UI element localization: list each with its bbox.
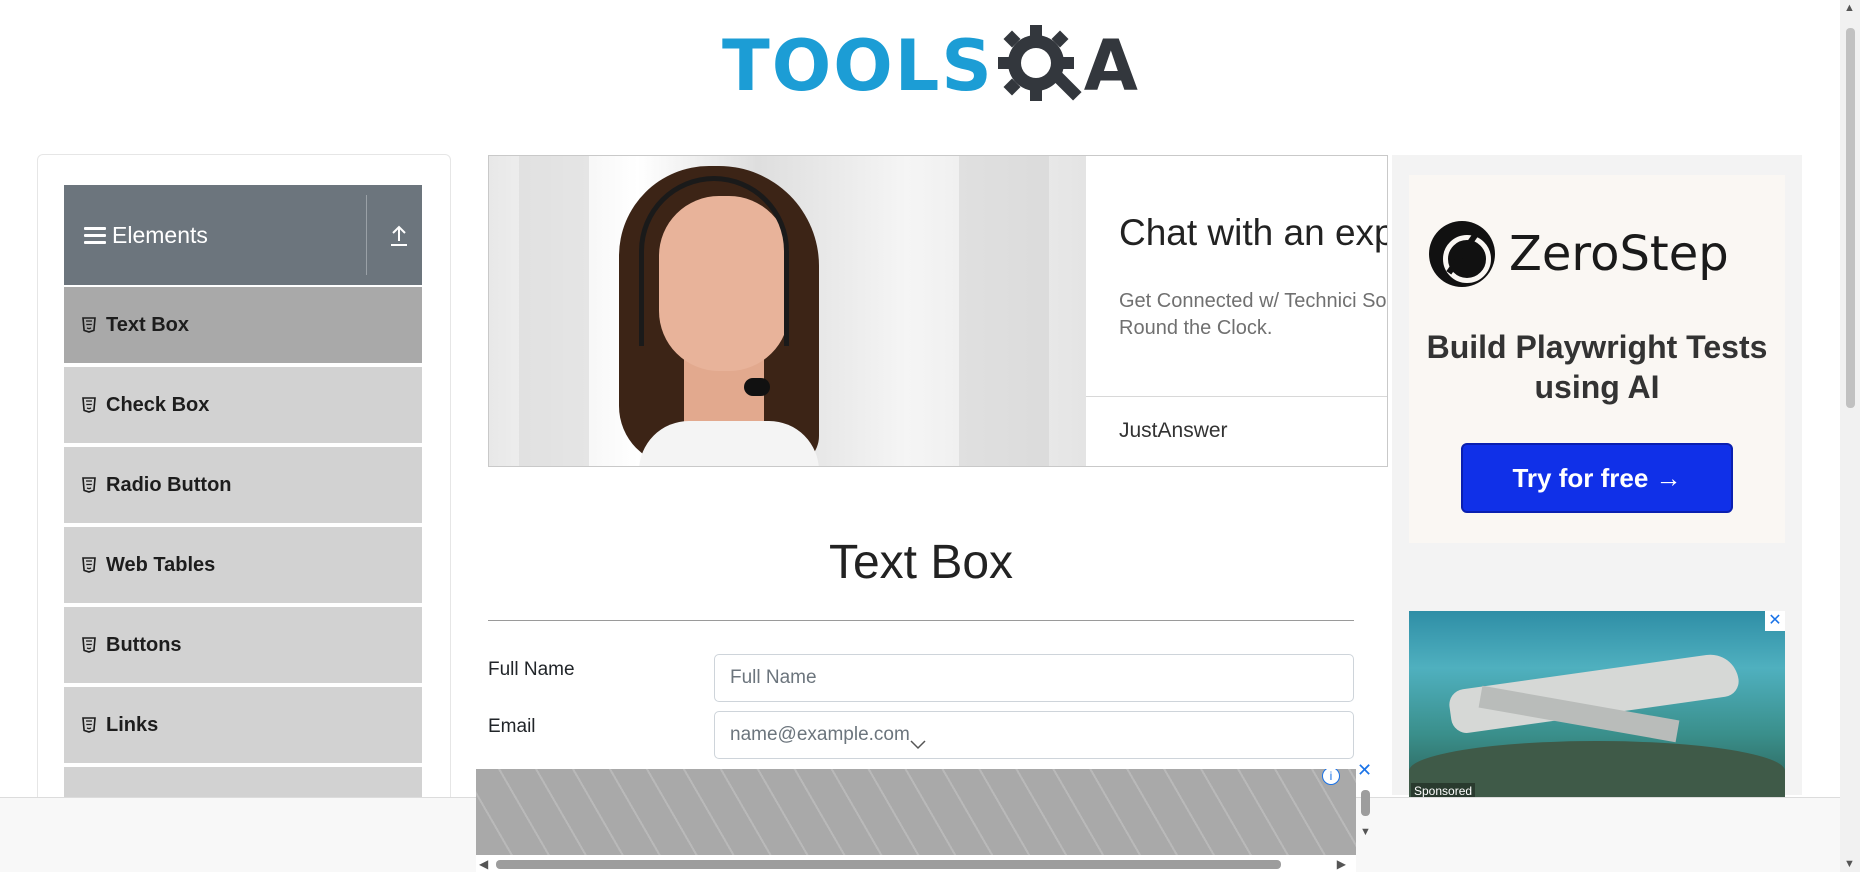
sidebar-item-web-tables[interactable]: Web Tables: [64, 527, 422, 605]
ad-brand: JustAnswer: [1119, 419, 1228, 442]
zerostep-name: ZeroStep: [1509, 226, 1729, 282]
bottom-ad-pattern: [476, 769, 1356, 855]
sidebar-item-label: Web Tables: [106, 553, 216, 576]
zerostep-tagline: Build Playwright Tests using AI: [1426, 329, 1768, 405]
logo-qa-text: A: [1083, 25, 1138, 107]
chevron-down-icon: [910, 740, 926, 750]
page-scrollbar-thumb[interactable]: [1846, 28, 1855, 408]
email-label: Email: [488, 716, 536, 737]
sidebar-item-label: Check Box: [106, 393, 210, 416]
sidebar-item-label: Links: [106, 713, 159, 736]
close-icon[interactable]: ✕: [1765, 611, 1785, 631]
sidebar-item-text-box[interactable]: Text Box: [64, 287, 422, 365]
ad-vertical-scrollbar[interactable]: ▼: [1358, 786, 1372, 856]
html5-icon: [82, 557, 96, 573]
page: TOOLS A Elements Text Box Check Box Radi…: [0, 0, 1860, 872]
scrollbar-thumb[interactable]: [496, 860, 1281, 869]
full-name-input[interactable]: [714, 654, 1354, 702]
html5-icon: [82, 397, 96, 413]
collapse-up-icon[interactable]: [387, 221, 411, 249]
ad-headline: Chat with an exp: [1119, 212, 1388, 253]
scroll-down-icon[interactable]: ▼: [1844, 858, 1855, 870]
toolsqa-logo[interactable]: TOOLS A: [722, 20, 1138, 112]
sidebar-item-label: Text Box: [106, 313, 189, 336]
page-title: Text Box: [828, 536, 1014, 589]
close-icon[interactable]: ✕: [1357, 760, 1372, 781]
sidebar-item-links[interactable]: Links: [64, 687, 422, 765]
ad-footer: JustAnswer: [1086, 396, 1387, 466]
sidebar-item-radio-button[interactable]: Radio Button: [64, 447, 422, 525]
banner-ad[interactable]: Chat with an exp Get Connected w/ Techni…: [488, 155, 1388, 467]
sidebar-group-title: Elements: [112, 221, 208, 248]
html5-icon: [82, 637, 96, 653]
ad-subtext: Get Connected w/ Technici Solution Round…: [1119, 290, 1387, 339]
page-scrollbar[interactable]: ▲ ▼: [1840, 0, 1860, 872]
title-divider: [488, 620, 1354, 621]
gear-search-icon: [997, 25, 1082, 101]
scroll-up-icon[interactable]: ▲: [1844, 2, 1855, 14]
sidebar-group-elements[interactable]: Elements: [64, 185, 422, 285]
sidebar-item-check-box[interactable]: Check Box: [64, 367, 422, 445]
zerostep-ad[interactable]: ZeroStep Build Playwright Tests using AI…: [1409, 175, 1785, 543]
sidebar-item-buttons[interactable]: Buttons: [64, 607, 422, 685]
html5-icon: [82, 317, 96, 333]
plane-wreck-ad[interactable]: ✕ Sponsored: [1409, 611, 1785, 801]
scroll-right-icon[interactable]: ▶: [1337, 857, 1346, 871]
try-for-free-button[interactable]: Try for free →: [1461, 443, 1733, 513]
full-name-label: Full Name: [488, 659, 575, 680]
ad-horizontal-scrollbar[interactable]: ◀ ▶: [476, 855, 1356, 872]
ad-text-area: Chat with an exp Get Connected w/ Techni…: [1086, 156, 1388, 396]
html5-icon: [82, 717, 96, 733]
scroll-down-icon[interactable]: ▼: [1360, 826, 1371, 838]
sidebar-item-label: Radio Button: [106, 473, 232, 496]
logo-tools-text: TOOLS: [722, 25, 994, 107]
ad-photo-support-agent: [489, 156, 1086, 466]
menu-icon: [84, 226, 106, 244]
header-divider: [366, 195, 367, 275]
sidebar-item-label: Buttons: [106, 633, 182, 656]
email-input[interactable]: [714, 711, 1354, 759]
zerostep-logo: ZeroStep: [1429, 221, 1729, 287]
scroll-left-icon[interactable]: ◀: [479, 857, 488, 871]
zerostep-mark-icon: [1429, 221, 1495, 287]
right-ad-column: ZeroStep Build Playwright Tests using AI…: [1392, 155, 1802, 801]
html5-icon: [82, 477, 96, 493]
